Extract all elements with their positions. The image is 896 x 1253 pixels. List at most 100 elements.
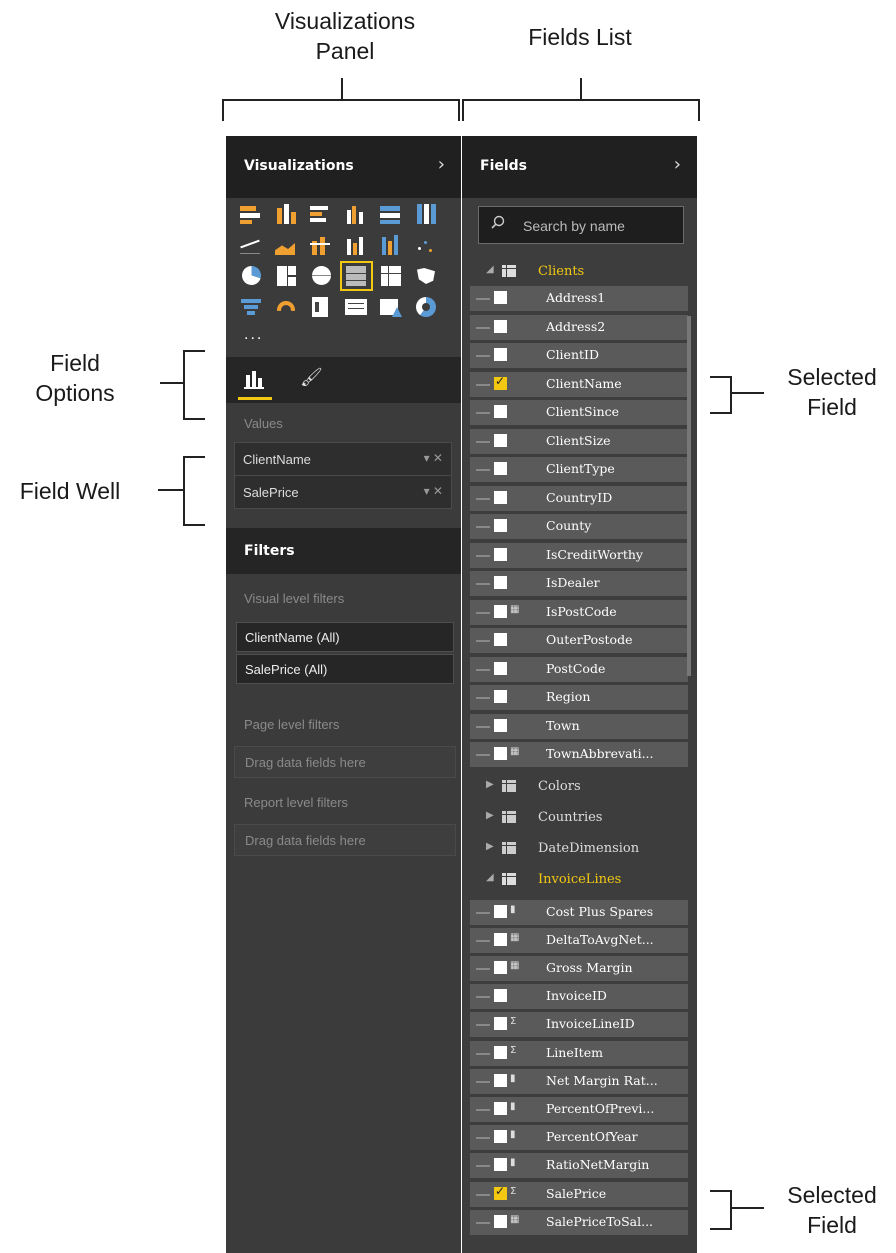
line-clustered-column-icon[interactable] xyxy=(345,235,368,255)
expanded-arrow-icon[interactable]: ◢ xyxy=(486,264,494,275)
drag-handle[interactable] xyxy=(476,412,490,414)
field-checkbox[interactable] xyxy=(494,405,507,418)
expanded-arrow-icon[interactable]: ◢ xyxy=(486,872,494,883)
drag-handle[interactable] xyxy=(476,1221,490,1224)
field-row[interactable]: OuterPostode xyxy=(470,628,688,653)
drag-handle[interactable] xyxy=(476,1137,490,1140)
field-row[interactable]: Σ LineItem xyxy=(470,1040,688,1066)
field-checkbox[interactable] xyxy=(494,1045,507,1059)
collapsed-arrow-icon[interactable]: ▶ xyxy=(486,810,494,821)
chevron-right-icon[interactable]: › xyxy=(674,154,681,175)
drag-handle[interactable] xyxy=(476,640,490,642)
field-row[interactable]: ▮ PercentOfPrevi... xyxy=(470,1096,688,1122)
gauge-icon[interactable] xyxy=(275,297,298,317)
field-row[interactable]: ▦ Gross Margin xyxy=(470,955,688,981)
collapsed-arrow-icon[interactable]: ▶ xyxy=(486,779,494,790)
drag-handle[interactable] xyxy=(476,440,490,443)
visual-filter-item[interactable]: ClientName (All) xyxy=(236,622,454,652)
drag-handle[interactable] xyxy=(476,355,490,357)
field-row[interactable]: Region xyxy=(470,685,688,710)
collapsed-arrow-icon[interactable]: ▶ xyxy=(486,841,494,852)
field-row[interactable]: ▮ PercentOfYear xyxy=(470,1125,688,1151)
field-row[interactable]: ▦ TownAbbrevati... xyxy=(470,742,688,767)
filled-map-icon[interactable] xyxy=(415,266,438,286)
drag-handle[interactable] xyxy=(476,939,490,942)
line-column-chart-icon[interactable] xyxy=(310,235,333,255)
field-checkbox[interactable] xyxy=(494,319,507,333)
field-row[interactable]: ClientID xyxy=(470,343,688,368)
ribbon-chart-icon[interactable] xyxy=(380,235,403,255)
matrix-visual-icon[interactable] xyxy=(380,266,403,286)
field-checkbox[interactable] xyxy=(494,1184,507,1200)
field-row[interactable]: PostCode xyxy=(470,656,688,682)
drag-handle[interactable] xyxy=(476,725,490,728)
field-row[interactable]: ▦ SalePriceToSal... xyxy=(470,1209,688,1235)
field-checkbox[interactable] xyxy=(494,1214,507,1228)
kpi-icon[interactable] xyxy=(380,297,403,317)
field-row[interactable]: Σ SalePrice xyxy=(470,1181,688,1207)
well-controls-icon[interactable]: ▾ ✕ xyxy=(424,451,443,465)
field-checkbox[interactable] xyxy=(494,604,507,618)
drag-handle[interactable] xyxy=(476,497,490,500)
field-row[interactable]: ClientType xyxy=(470,457,688,482)
drag-handle[interactable] xyxy=(476,298,490,300)
field-checkbox[interactable] xyxy=(494,462,507,475)
drag-handle[interactable] xyxy=(476,1108,490,1111)
field-checkbox[interactable] xyxy=(494,932,507,946)
field-row[interactable]: ClientSince xyxy=(470,400,688,425)
field-checkbox[interactable] xyxy=(494,1017,507,1031)
table-node[interactable]: ▶ Countries xyxy=(462,804,697,832)
paint-brush-icon[interactable]: 🖌 xyxy=(300,367,323,388)
clustered-bar-chart-icon[interactable] xyxy=(310,204,333,224)
clustered-column-chart-icon[interactable] xyxy=(345,204,368,224)
drag-handle[interactable] xyxy=(476,1024,490,1027)
field-row[interactable]: InvoiceID xyxy=(470,984,688,1010)
fields-tab-icon[interactable] xyxy=(244,369,266,389)
field-well-item[interactable]: ClientName ▾ ✕ xyxy=(234,442,452,476)
field-checkbox[interactable] xyxy=(494,1073,507,1087)
field-row[interactable]: ▮ RatioNetMargin xyxy=(470,1153,688,1179)
field-row[interactable]: ClientName xyxy=(470,371,688,397)
drag-handle[interactable] xyxy=(476,1165,490,1168)
line-chart-icon[interactable] xyxy=(240,235,263,255)
100-stacked-column-icon[interactable] xyxy=(415,204,438,224)
drag-handle[interactable] xyxy=(476,583,490,585)
drag-handle[interactable] xyxy=(476,911,490,914)
drag-handle[interactable] xyxy=(476,611,490,614)
visual-filter-item[interactable]: SalePrice (All) xyxy=(236,654,454,684)
map-globe-icon[interactable] xyxy=(310,266,333,286)
field-row[interactable]: Σ InvoiceLineID xyxy=(470,1012,688,1038)
multi-row-card-icon[interactable] xyxy=(345,297,368,317)
field-row[interactable]: ▦ IsPostCode xyxy=(470,599,688,625)
scatter-chart-icon[interactable] xyxy=(415,235,438,255)
field-checkbox[interactable] xyxy=(494,718,507,732)
drag-handle[interactable] xyxy=(476,754,490,756)
field-row[interactable]: ▮ Cost Plus Spares xyxy=(470,899,688,925)
drag-handle[interactable] xyxy=(476,1193,490,1196)
field-checkbox[interactable] xyxy=(494,1101,507,1115)
table-node[interactable]: ▶ Colors xyxy=(462,773,697,801)
table-node[interactable]: ▶ DateDimension xyxy=(462,835,697,863)
chevron-right-icon[interactable]: › xyxy=(438,154,445,175)
drag-handle[interactable] xyxy=(476,996,490,999)
search-input[interactable]: Search by name xyxy=(478,206,684,244)
stacked-bar-chart-icon[interactable] xyxy=(240,204,263,224)
field-checkbox[interactable] xyxy=(494,490,507,504)
100-stacked-bar-icon[interactable] xyxy=(380,204,403,224)
field-checkbox[interactable] xyxy=(494,989,507,1003)
drag-handle[interactable] xyxy=(476,526,490,528)
field-checkbox[interactable] xyxy=(494,519,507,532)
field-well-item[interactable]: SalePrice ▾ ✕ xyxy=(234,475,452,509)
drag-handle[interactable] xyxy=(476,326,490,329)
table-node[interactable]: ◢ Clients xyxy=(462,258,697,286)
field-row[interactable]: IsCreditWorthy xyxy=(470,542,688,568)
field-row[interactable]: ▮ Net Margin Rat... xyxy=(470,1068,688,1094)
field-row[interactable]: Address1 xyxy=(470,286,688,311)
funnel-icon[interactable] xyxy=(240,297,263,317)
drag-handle[interactable] xyxy=(476,1080,490,1083)
field-row[interactable]: ClientSize xyxy=(470,428,688,454)
drag-handle[interactable] xyxy=(476,697,490,699)
field-checkbox[interactable] xyxy=(494,291,507,304)
field-checkbox[interactable] xyxy=(494,747,507,760)
field-checkbox[interactable] xyxy=(494,633,507,646)
